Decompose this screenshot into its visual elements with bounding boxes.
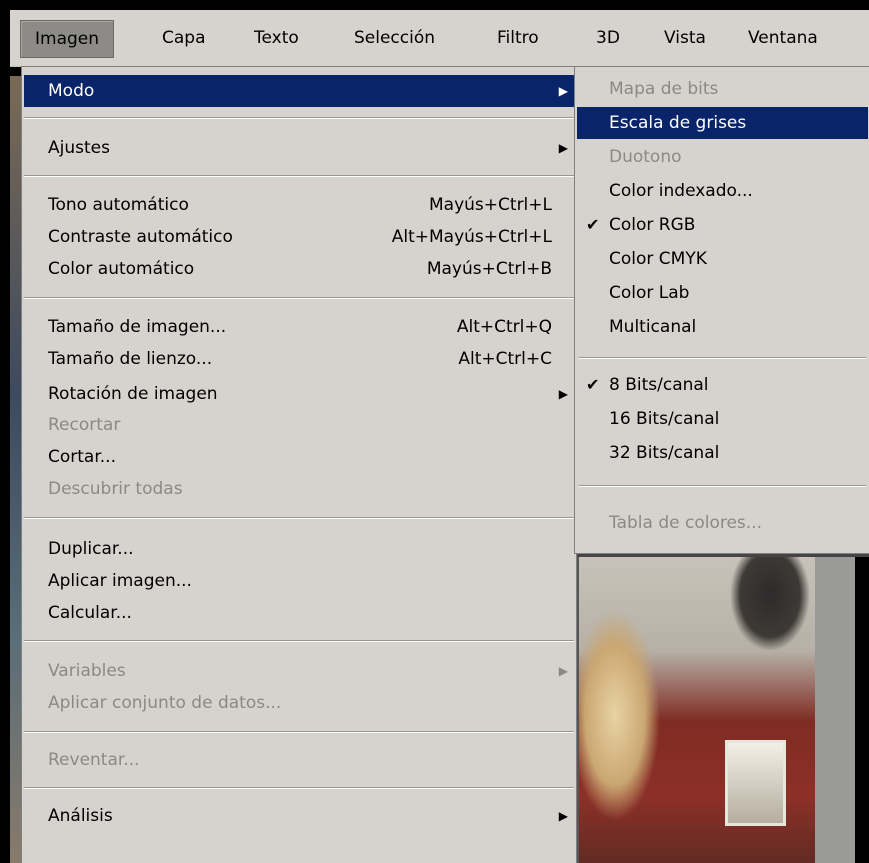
menu-item-aplicar-conjunto-datos: Aplicar conjunto de datos...: [24, 687, 574, 719]
menu-item-analisis[interactable]: Análisis ▶: [24, 800, 574, 832]
menu-item-label: Rotación de imagen: [48, 384, 218, 404]
submenu-item-color-cmyk[interactable]: Color CMYK: [577, 243, 868, 275]
app-window: Imagen Capa Texto Selección Filtro 3D Vi…: [10, 10, 869, 863]
menu-item-label: Calcular...: [48, 603, 132, 623]
menu-item-modo[interactable]: Modo ▶: [24, 75, 574, 107]
menu-item-label: Variables: [48, 661, 126, 681]
menu-ventana[interactable]: Ventana: [734, 20, 832, 56]
shortcut-label: Mayús+Ctrl+L: [429, 195, 552, 215]
menu-filtro[interactable]: Filtro: [483, 20, 553, 56]
menu-separator: [24, 297, 574, 299]
menu-item-cortar[interactable]: Cortar...: [24, 441, 574, 473]
shortcut-label: Alt+Ctrl+Q: [456, 317, 552, 337]
menu-separator: [24, 517, 574, 519]
submenu-item-duotono: Duotono: [577, 141, 868, 173]
menu-separator: [24, 175, 574, 177]
submenu-item-label: 32 Bits/canal: [609, 443, 720, 463]
menu-item-label: Tamaño de lienzo...: [48, 349, 213, 369]
menu-item-tamano-imagen[interactable]: Tamaño de imagen... Alt+Ctrl+Q: [24, 311, 574, 343]
menu-item-label: Recortar: [48, 415, 121, 435]
submenu-item-label: Tabla de colores...: [609, 513, 762, 533]
submenu-item-8-bits[interactable]: ✔ 8 Bits/canal: [577, 369, 868, 401]
checkmark-icon: ✔: [586, 375, 600, 394]
menu-item-label: Cortar...: [48, 447, 116, 467]
submenu-arrow-icon: ▶: [558, 809, 568, 823]
submenu-separator: [579, 485, 866, 487]
menu-item-label: Aplicar imagen...: [48, 571, 192, 591]
submenu-item-label: Mapa de bits: [609, 79, 719, 99]
shortcut-label: Mayús+Ctrl+B: [426, 259, 552, 279]
submenu-item-label: Color CMYK: [609, 249, 707, 269]
menu-imagen[interactable]: Imagen: [20, 20, 115, 58]
submenu-separator: [579, 357, 866, 359]
menu-item-label: Tamaño de imagen...: [48, 317, 227, 337]
menu-separator: [24, 731, 574, 733]
menu-separator: [24, 117, 574, 119]
submenu-item-tabla-colores: Tabla de colores...: [577, 507, 868, 539]
photo-window-detail: [725, 740, 786, 826]
submenu-arrow-icon: ▶: [558, 84, 568, 98]
menu-item-label: Duplicar...: [48, 539, 134, 559]
menu-separator: [24, 640, 574, 642]
menu-item-label: Ajustes: [48, 138, 110, 158]
menu-item-ajustes[interactable]: Ajustes ▶: [24, 132, 574, 164]
menu-item-label: Modo: [48, 81, 95, 101]
menu-item-color-automatico[interactable]: Color automático Mayús+Ctrl+B: [24, 253, 574, 285]
submenu-item-32-bits[interactable]: 32 Bits/canal: [577, 437, 868, 469]
menu-item-reventar: Reventar...: [24, 744, 574, 776]
menu-bar: Imagen Capa Texto Selección Filtro 3D Vi…: [10, 10, 869, 67]
menu-item-label: Aplicar conjunto de datos...: [48, 693, 282, 713]
menu-item-aplicar-imagen[interactable]: Aplicar imagen...: [24, 565, 574, 597]
imagen-dropdown: Modo ▶ Ajustes ▶ Tono automático Mayús+C…: [21, 66, 577, 863]
submenu-item-label: Multicanal: [609, 317, 697, 337]
menu-item-label: Color automático: [48, 259, 195, 279]
submenu-item-mapa-bits: Mapa de bits: [577, 73, 868, 105]
submenu-item-label: Duotono: [609, 147, 682, 167]
menu-item-variables: Variables ▶: [24, 655, 574, 687]
submenu-item-label: Escala de grises: [609, 113, 747, 133]
submenu-arrow-icon: ▶: [558, 141, 568, 155]
submenu-item-label: 8 Bits/canal: [609, 375, 709, 395]
canvas-edge: [815, 555, 855, 863]
shortcut-label: Alt+Ctrl+C: [458, 349, 552, 369]
menu-seleccion[interactable]: Selección: [340, 20, 449, 56]
submenu-arrow-icon: ▶: [558, 387, 568, 401]
menu-item-tamano-lienzo[interactable]: Tamaño de lienzo... Alt+Ctrl+C: [24, 343, 574, 375]
modo-submenu: Mapa de bits Escala de grises Duotono Co…: [574, 66, 869, 554]
submenu-item-label: 16 Bits/canal: [609, 409, 720, 429]
submenu-item-label: Color RGB: [609, 215, 696, 235]
shortcut-label: Alt+Mayús+Ctrl+L: [391, 227, 552, 247]
submenu-arrow-icon: ▶: [558, 664, 568, 678]
submenu-item-color-indexado[interactable]: Color indexado...: [577, 175, 868, 207]
menu-item-duplicar[interactable]: Duplicar...: [24, 533, 574, 565]
menu-texto[interactable]: Texto: [240, 20, 313, 56]
menu-3d[interactable]: 3D: [582, 20, 634, 56]
menu-vista[interactable]: Vista: [650, 20, 720, 56]
menu-capa[interactable]: Capa: [148, 20, 220, 56]
submenu-item-16-bits[interactable]: 16 Bits/canal: [577, 403, 868, 435]
menu-item-contraste-automatico[interactable]: Contraste automático Alt+Mayús+Ctrl+L: [24, 221, 574, 253]
menu-item-recortar: Recortar: [24, 409, 574, 441]
submenu-item-escala-grises[interactable]: Escala de grises: [577, 107, 868, 139]
menu-item-rotacion-imagen[interactable]: Rotación de imagen ▶: [24, 378, 574, 410]
submenu-item-label: Color indexado...: [609, 181, 753, 201]
submenu-item-multicanal[interactable]: Multicanal: [577, 311, 868, 343]
menu-item-label: Análisis: [48, 806, 113, 826]
menu-item-tono-automatico[interactable]: Tono automático Mayús+Ctrl+L: [24, 189, 574, 221]
menu-item-descubrir-todas: Descubrir todas: [24, 473, 574, 505]
menu-item-label: Tono automático: [48, 195, 189, 215]
menu-item-label: Contraste automático: [48, 227, 233, 247]
menu-item-label: Reventar...: [48, 750, 140, 770]
menu-separator: [24, 787, 574, 789]
submenu-item-color-rgb[interactable]: ✔ Color RGB: [577, 209, 868, 241]
submenu-item-color-lab[interactable]: Color Lab: [577, 277, 868, 309]
menu-item-label: Descubrir todas: [48, 479, 183, 499]
canvas-photo: [575, 555, 855, 863]
checkmark-icon: ✔: [586, 215, 600, 234]
submenu-item-label: Color Lab: [609, 283, 690, 303]
menu-item-calcular[interactable]: Calcular...: [24, 597, 574, 629]
